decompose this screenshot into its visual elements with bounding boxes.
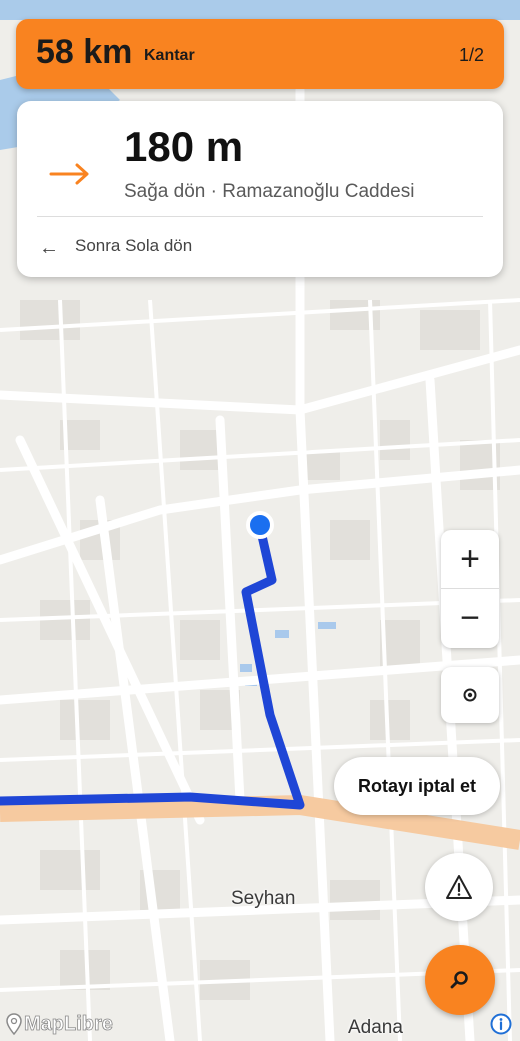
arrow-right-icon — [49, 163, 89, 185]
locate-button[interactable] — [441, 667, 499, 723]
arrow-left-icon: ← — [39, 237, 59, 259]
search-button[interactable] — [425, 945, 495, 1015]
warning-icon — [446, 875, 472, 899]
map-pin-icon — [6, 1013, 22, 1035]
destination-name: Kantar — [144, 47, 195, 64]
current-location-dot — [246, 511, 274, 539]
remaining-distance: 58 km — [36, 33, 133, 71]
zoom-controls: + − — [441, 530, 499, 648]
then-instruction: Sonra Sola dön — [75, 236, 193, 255]
next-turn-instruction: Sağa dön · Ramazanoğlu Caddesi — [124, 181, 415, 202]
cancel-route-button[interactable]: Rotayı iptal et — [334, 757, 500, 815]
target-icon — [463, 688, 477, 702]
search-icon — [450, 971, 468, 989]
info-icon[interactable] — [490, 1013, 512, 1035]
instruction-card[interactable]: 180 m Sağa dön · Ramazanoğlu Caddesi ← S… — [17, 101, 503, 277]
route-summary-bar[interactable]: 58 km Kantar 1/2 — [16, 19, 504, 89]
instruction-divider — [37, 216, 483, 217]
map-label-city: Adana — [348, 1017, 403, 1038]
maplibre-attribution[interactable]: MapLibre — [6, 1011, 113, 1037]
zoom-in-button[interactable]: + — [441, 530, 499, 588]
report-button[interactable] — [425, 853, 493, 921]
attribution-text: MapLibre — [24, 1012, 114, 1035]
next-turn-distance: 180 m — [124, 123, 244, 170]
map-label-district: Seyhan — [231, 888, 296, 909]
step-counter: 1/2 — [458, 45, 484, 65]
zoom-out-button[interactable]: − — [441, 589, 499, 647]
